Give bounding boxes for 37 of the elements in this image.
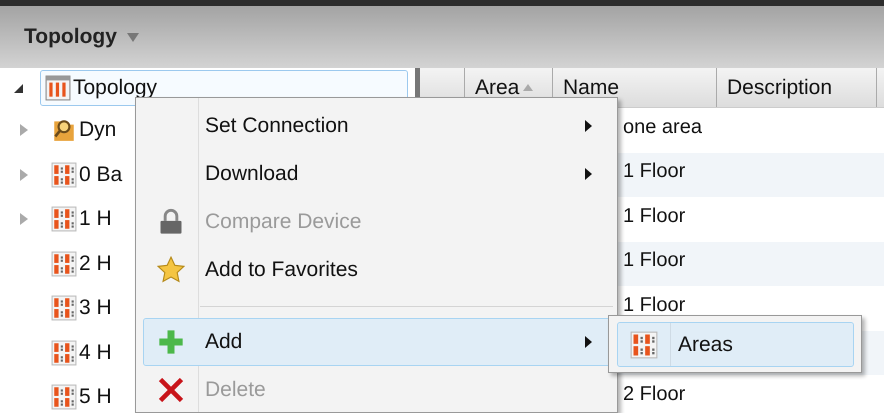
table-cell: 2 Floor xyxy=(623,382,686,406)
area-grid-icon xyxy=(630,330,658,358)
menu-item[interactable]: Download xyxy=(143,150,615,198)
menu-item[interactable]: Areas xyxy=(617,322,854,367)
table-cell: 1 Floor xyxy=(623,204,686,228)
area-grid-icon xyxy=(51,384,77,410)
submenu-arrow-icon xyxy=(585,336,592,348)
tree-item[interactable]: 4 H xyxy=(46,334,117,371)
area-grid-icon xyxy=(51,340,77,366)
table-cell: 1 Floor xyxy=(623,160,686,184)
table-cell: 1 Floor xyxy=(623,294,686,317)
tree-item[interactable]: 5 H xyxy=(46,379,117,413)
tree-item[interactable]: 2 H xyxy=(46,246,117,282)
expanded-triangle-icon[interactable] xyxy=(14,84,23,92)
area-grid-icon xyxy=(51,250,77,277)
area-grid-icon xyxy=(51,162,77,188)
table-cell: one area xyxy=(623,116,702,139)
dropdown-caret-icon[interactable] xyxy=(126,32,139,42)
menu-item[interactable]: Add to Favorites xyxy=(143,246,615,294)
area-grid-icon xyxy=(51,295,77,322)
collapsed-triangle-icon[interactable] xyxy=(20,168,28,181)
column-header[interactable]: Description xyxy=(717,68,877,107)
cross-icon xyxy=(157,376,185,404)
tree-item[interactable]: 1 H xyxy=(46,201,117,238)
tree-item[interactable]: 3 H xyxy=(46,290,117,326)
collapsed-triangle-icon[interactable] xyxy=(20,124,28,136)
submenu-arrow-icon xyxy=(585,168,592,180)
plus-icon xyxy=(157,328,185,356)
star-icon xyxy=(157,256,185,284)
window-grid-icon xyxy=(45,75,71,101)
submenu-arrow-icon xyxy=(585,120,592,132)
collapsed-triangle-icon[interactable] xyxy=(20,213,28,226)
panel-title[interactable]: Topology xyxy=(24,25,117,49)
tree-item[interactable]: 0 Ba xyxy=(46,156,128,193)
area-grid-icon xyxy=(51,206,77,232)
tree-item[interactable]: Dyn xyxy=(46,112,122,148)
table-cell: 1 Floor xyxy=(623,249,686,272)
